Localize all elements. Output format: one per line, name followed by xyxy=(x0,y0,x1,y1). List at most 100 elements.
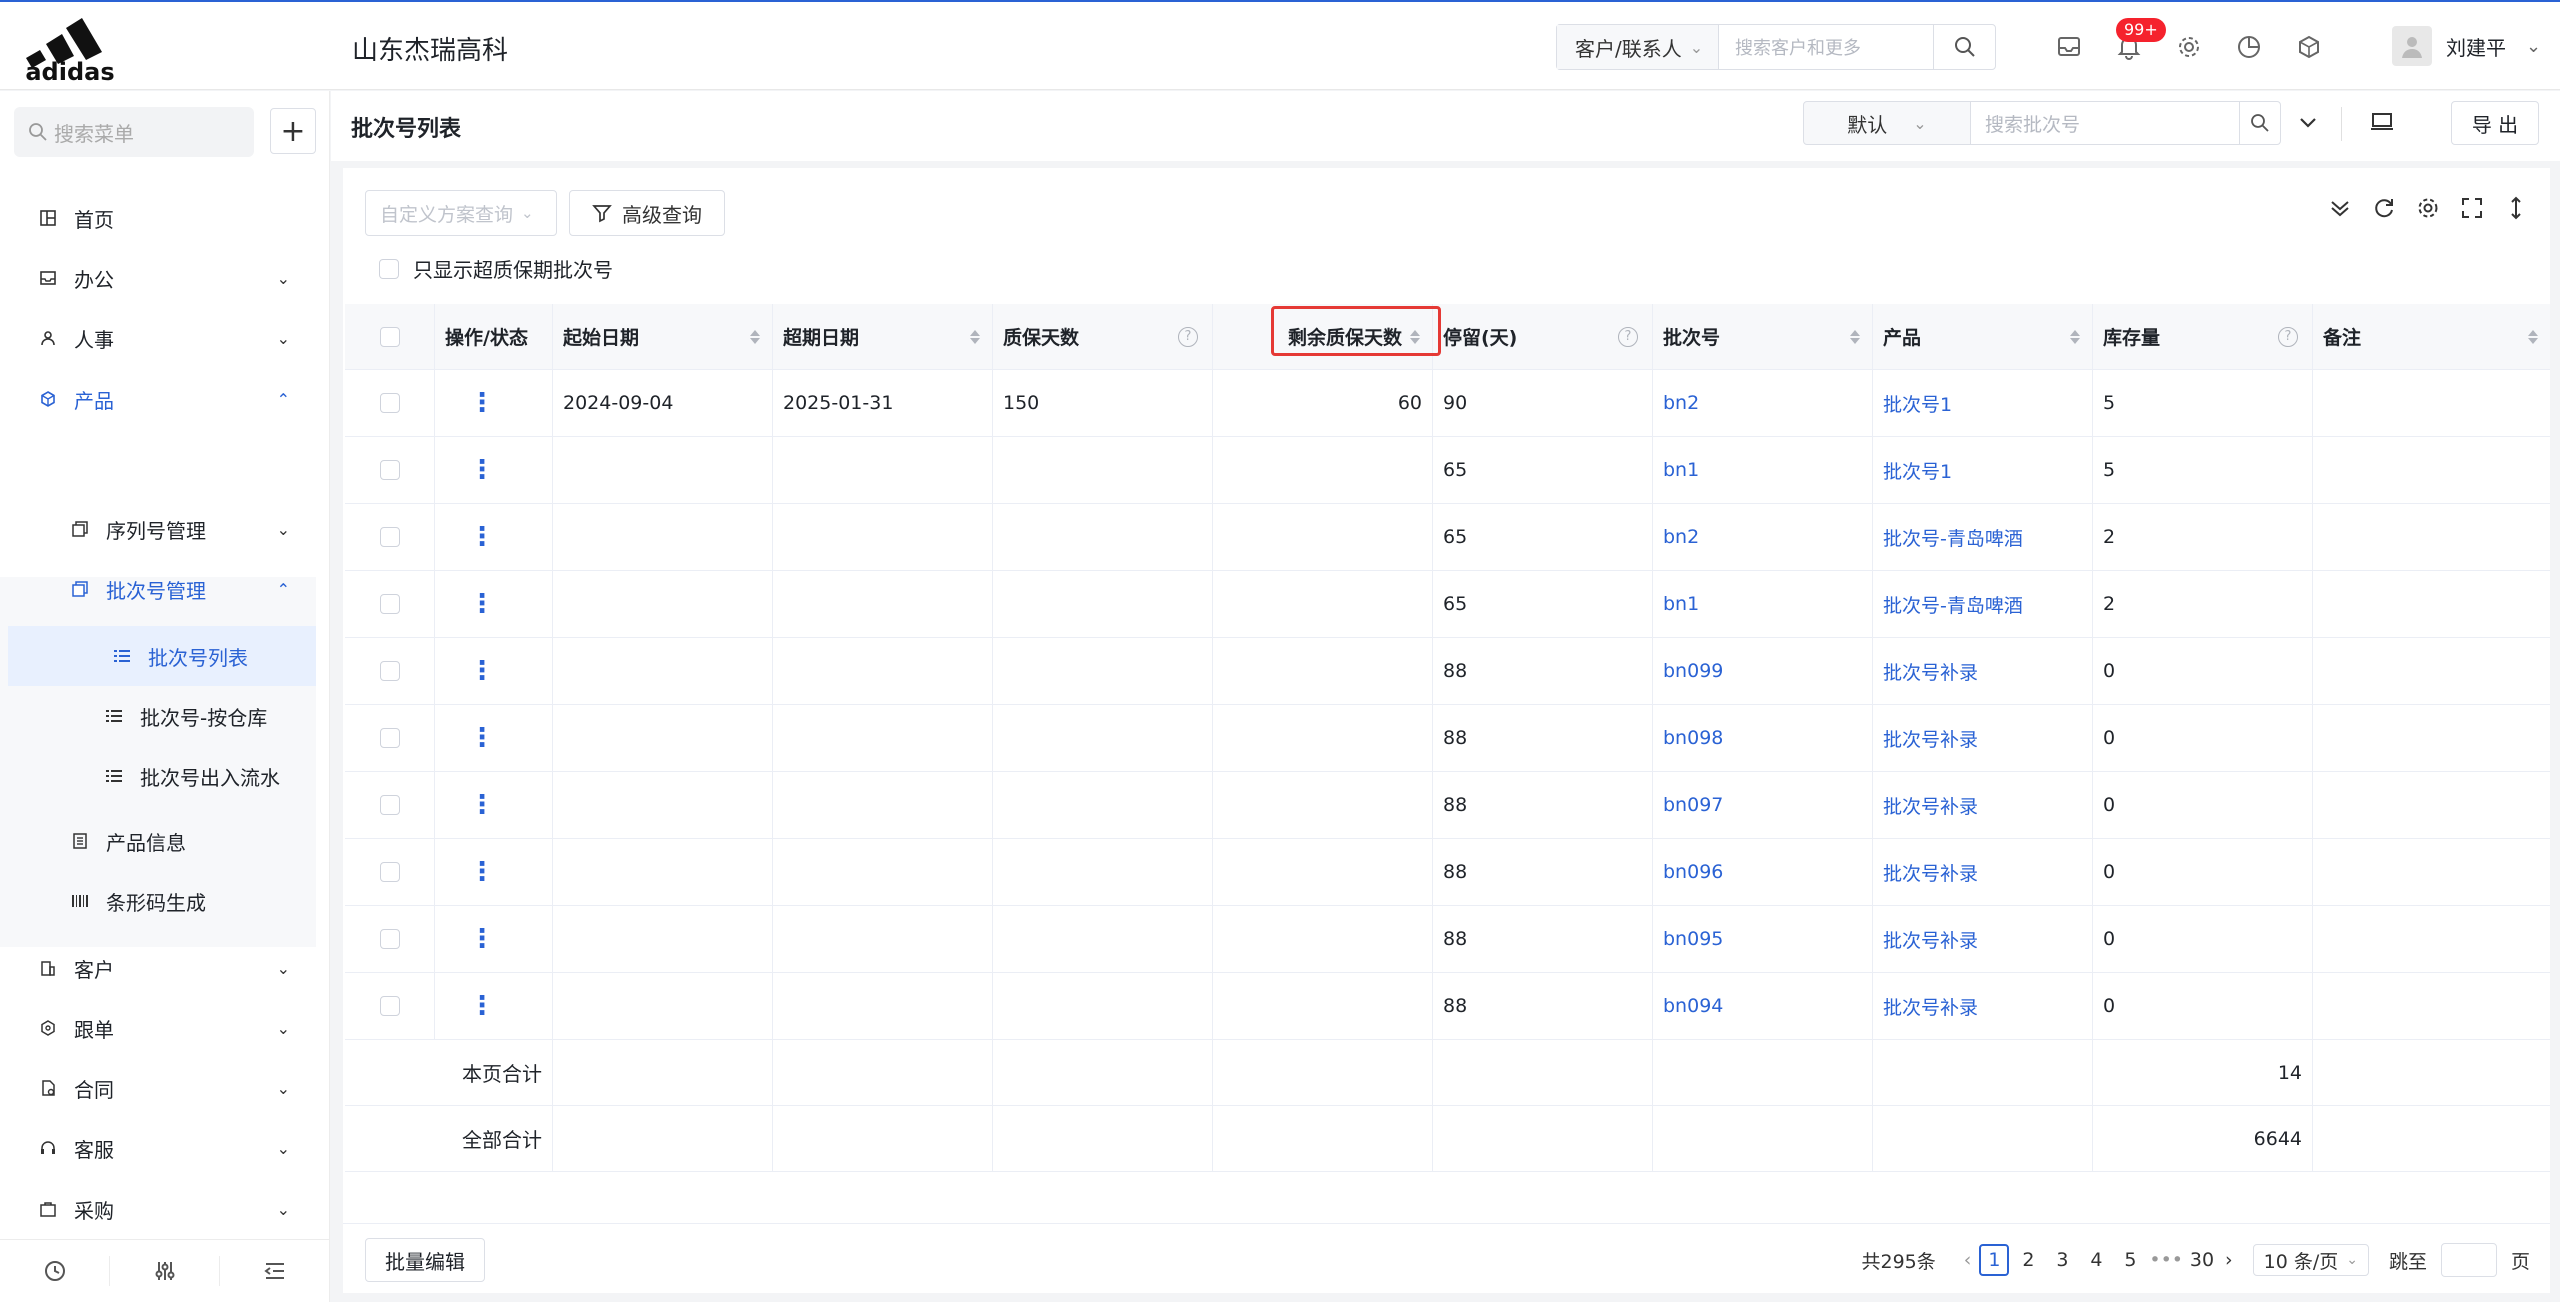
export-button[interactable]: 导 出 xyxy=(2451,101,2539,145)
cell-value-batch[interactable]: bn098 xyxy=(1663,727,1723,749)
only-expired-filter[interactable]: 只显示超质保期批次号 xyxy=(379,254,613,283)
sidebar-item-batch-list[interactable]: 批次号列表 xyxy=(8,626,316,686)
cell-value-batch[interactable]: bn2 xyxy=(1663,526,1699,548)
sidebar-item-product-info[interactable]: 产品信息 xyxy=(0,813,316,869)
batch-edit-button[interactable]: 批量编辑 xyxy=(365,1238,485,1282)
more-actions-icon[interactable]: ⋮ xyxy=(469,524,495,550)
row-checkbox[interactable] xyxy=(379,594,400,614)
expand-search-button[interactable] xyxy=(2297,111,2319,137)
sidebar-item-batch-mgmt[interactable]: 批次号管理 ⌃ xyxy=(0,561,316,617)
sort-icon[interactable] xyxy=(1850,329,1860,344)
sidebar-item-batch-by-warehouse[interactable]: 批次号-按仓库 xyxy=(0,688,316,744)
cell-value-product[interactable]: 批次号-青岛啤酒 xyxy=(1883,591,2023,618)
header-note[interactable]: 备注 xyxy=(2313,304,2550,369)
sidebar-item-serial-mgmt[interactable]: 序列号管理 ⌄ xyxy=(0,501,316,557)
cell-value-product[interactable]: 批次号补录 xyxy=(1883,725,1978,752)
help-icon[interactable]: ? xyxy=(1178,326,1198,347)
header-start-date[interactable]: 起始日期 xyxy=(553,304,773,369)
page-number[interactable]: 3 xyxy=(2047,1244,2077,1276)
cell-value-batch[interactable]: bn2 xyxy=(1663,392,1699,414)
user-menu[interactable]: 刘建平 ⌄ xyxy=(2392,26,2541,66)
jump-page-input[interactable] xyxy=(2440,1243,2497,1277)
row-checkbox[interactable] xyxy=(379,728,400,748)
help-icon[interactable]: ? xyxy=(1618,326,1638,347)
cell-value-product[interactable]: 批次号1 xyxy=(1883,457,1952,484)
sidebar-item-service[interactable]: 客服 ⌄ xyxy=(0,1120,316,1176)
refresh-button[interactable] xyxy=(2370,194,2398,222)
cell-value-batch[interactable]: bn094 xyxy=(1663,995,1723,1017)
row-checkbox[interactable] xyxy=(379,929,400,949)
box-icon[interactable] xyxy=(2292,30,2326,64)
header-batch-no[interactable]: 批次号 xyxy=(1653,304,1873,369)
cell-value-product[interactable]: 批次号补录 xyxy=(1883,859,1978,886)
page-number[interactable]: 2 xyxy=(2013,1244,2043,1276)
sidebar-item-home[interactable]: 首页 xyxy=(0,190,316,246)
collapse-all-button[interactable] xyxy=(2326,194,2354,222)
sort-icon[interactable] xyxy=(2070,329,2080,344)
view-select[interactable]: 默认 ⌄ xyxy=(1803,101,1971,145)
batch-search-button[interactable] xyxy=(2239,101,2281,145)
page-number[interactable]: 4 xyxy=(2081,1244,2111,1276)
more-actions-icon[interactable]: ⋮ xyxy=(469,926,495,952)
search-scope-select[interactable]: 客户/联系人 ⌄ xyxy=(1557,25,1719,69)
page-number[interactable]: 30 xyxy=(2187,1244,2217,1276)
batch-search-input[interactable]: 搜索批次号 xyxy=(1970,101,2240,145)
header-product[interactable]: 产品 xyxy=(1873,304,2093,369)
row-checkbox[interactable] xyxy=(379,393,400,413)
sidebar-item-follow[interactable]: 跟单 ⌄ xyxy=(0,1000,316,1056)
row-checkbox[interactable] xyxy=(379,862,400,882)
more-actions-icon[interactable]: ⋮ xyxy=(469,792,495,818)
cell-value-product[interactable]: 批次号补录 xyxy=(1883,993,1978,1020)
pie-chart-icon[interactable] xyxy=(2232,30,2266,64)
cell-value-product[interactable]: 批次号-青岛啤酒 xyxy=(1883,524,2023,551)
sidebar-item-customer[interactable]: 客户 ⌄ xyxy=(0,940,316,996)
custom-query-select[interactable]: 自定义方案查询 ⌄ xyxy=(365,190,557,236)
advanced-query-button[interactable]: 高级查询 xyxy=(569,190,725,236)
column-settings-button[interactable] xyxy=(2414,194,2442,222)
sidebar-item-barcode[interactable]: 条形码生成 xyxy=(0,873,316,929)
cell-value-batch[interactable]: bn096 xyxy=(1663,861,1723,883)
select-all-checkbox[interactable] xyxy=(379,326,400,347)
sidebar-item-hr[interactable]: 人事 ⌄ xyxy=(0,310,316,366)
sort-icon[interactable] xyxy=(2528,329,2538,344)
adidas-logo[interactable]: adidas xyxy=(20,12,120,86)
more-actions-icon[interactable]: ⋮ xyxy=(469,591,495,617)
sort-icon[interactable] xyxy=(970,329,980,344)
cell-value-product[interactable]: 批次号1 xyxy=(1883,390,1952,417)
cell-value-batch[interactable]: bn1 xyxy=(1663,593,1699,615)
more-actions-icon[interactable]: ⋮ xyxy=(469,457,495,483)
cell-value-batch[interactable]: bn097 xyxy=(1663,794,1723,816)
more-actions-icon[interactable]: ⋮ xyxy=(469,859,495,885)
header-expire-date[interactable]: 超期日期 xyxy=(773,304,993,369)
add-menu-button[interactable]: + xyxy=(270,108,316,154)
row-checkbox[interactable] xyxy=(379,527,400,547)
cell-value-product[interactable]: 批次号补录 xyxy=(1883,792,1978,819)
cell-value-batch[interactable]: bn099 xyxy=(1663,660,1723,682)
row-checkbox[interactable] xyxy=(379,661,400,681)
collapse-sidebar-button[interactable] xyxy=(220,1256,330,1286)
more-actions-icon[interactable]: ⋮ xyxy=(469,390,495,416)
row-checkbox[interactable] xyxy=(379,795,400,815)
row-checkbox[interactable] xyxy=(379,996,400,1016)
sort-icon[interactable] xyxy=(750,329,760,344)
prev-page-button[interactable]: ‹ xyxy=(1964,1249,1972,1271)
settings-sliders-button[interactable] xyxy=(110,1256,220,1286)
page-ellipsis[interactable]: ••• xyxy=(2149,1244,2183,1276)
only-expired-checkbox[interactable] xyxy=(379,258,399,279)
global-search-input[interactable]: 搜索客户和更多 xyxy=(1719,25,1933,69)
sidebar-item-office[interactable]: 办公 ⌄ xyxy=(0,250,316,306)
menu-search-input[interactable]: 搜索菜单 xyxy=(14,107,254,157)
sidebar-item-product[interactable]: 产品 ⌃ xyxy=(0,371,316,427)
page-number[interactable]: 5 xyxy=(2115,1244,2145,1276)
sort-icon[interactable] xyxy=(1410,329,1420,344)
header-remaining-days[interactable]: 剩余质保天数 xyxy=(1213,304,1433,369)
cell-value-product[interactable]: 批次号补录 xyxy=(1883,658,1978,685)
fullscreen-button[interactable] xyxy=(2458,194,2486,222)
global-search-button[interactable] xyxy=(1933,25,1995,69)
messages-icon[interactable] xyxy=(2052,30,2086,64)
more-actions-icon[interactable]: ⋮ xyxy=(469,658,495,684)
cell-value-batch[interactable]: bn1 xyxy=(1663,459,1699,481)
page-size-select[interactable]: 10 条/页 ⌄ xyxy=(2252,1244,2369,1276)
cell-value-product[interactable]: 批次号补录 xyxy=(1883,926,1978,953)
gear-icon[interactable] xyxy=(2172,30,2206,64)
